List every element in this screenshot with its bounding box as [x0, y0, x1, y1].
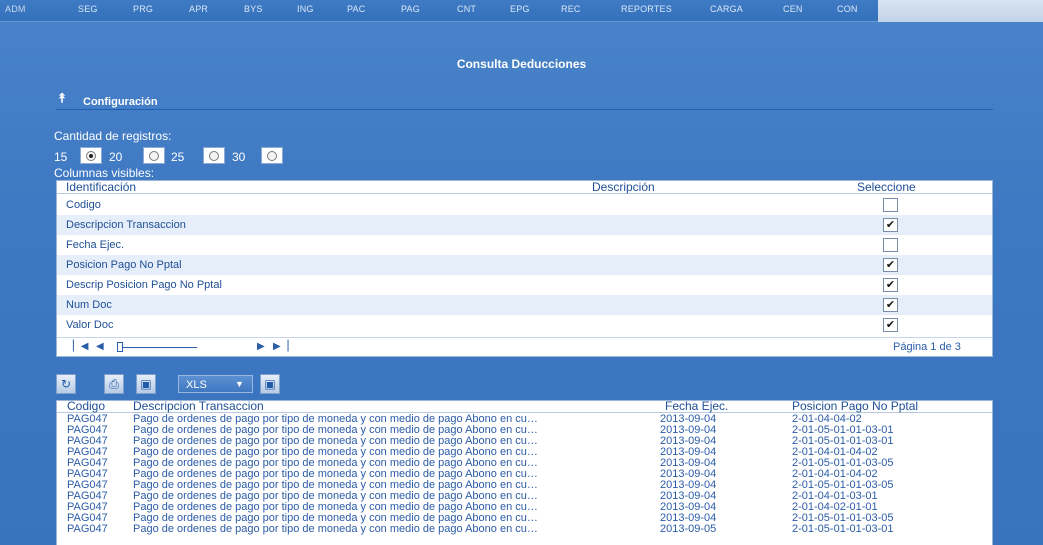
grid-cell-posicion: 2-01-05-01-01-03-01: [792, 523, 894, 535]
column-option-label: Valor Doc: [66, 319, 114, 331]
table-row: Valor Doc ✔: [57, 315, 992, 335]
menu-item-carga[interactable]: CARGA: [710, 4, 743, 14]
column-visible-checkbox[interactable]: ✔: [883, 278, 898, 292]
menu-item-pac[interactable]: PAC: [347, 4, 365, 14]
column-visible-checkbox[interactable]: ✔: [883, 218, 898, 232]
menu-bar-end: [878, 0, 1043, 22]
table-header: Identificación Descripción Seleccione: [57, 181, 992, 194]
chevron-down-icon: ▼: [235, 379, 244, 389]
radio-empty-icon: [209, 151, 219, 161]
menu-item-seg[interactable]: SEG: [78, 4, 98, 14]
records-option-label: 30: [232, 150, 246, 164]
grid-header-fecha[interactable]: Fecha Ejec.: [665, 401, 728, 413]
save-icon: ▣: [140, 377, 152, 391]
grid-cell-fecha: 2013-09-05: [660, 523, 717, 535]
page-slider-handle[interactable]: [117, 342, 123, 352]
records-radio-30[interactable]: [261, 147, 283, 164]
column-visible-checkbox[interactable]: ✔: [883, 318, 898, 332]
column-header-identificacion[interactable]: Identificación: [66, 181, 136, 194]
refresh-icon: ↻: [60, 377, 72, 391]
page-indicator: Página 1 de 3: [893, 341, 961, 353]
menu-item-epg[interactable]: EPG: [510, 4, 530, 14]
visible-columns-table: Identificación Descripción Seleccione Co…: [56, 180, 993, 357]
menu-item-bys[interactable]: BYS: [244, 4, 263, 14]
column-option-label: Posicion Pago No Pptal: [66, 259, 182, 271]
menu-item-adm[interactable]: ADM: [5, 4, 26, 14]
grid-cell-descripcion: Pago de ordenes de pago por tipo de mone…: [133, 523, 538, 535]
table-row: Fecha Ejec.: [57, 235, 992, 255]
menu-item-cnt[interactable]: CNT: [457, 4, 476, 14]
column-visible-checkbox[interactable]: ✔: [883, 298, 898, 312]
table-row[interactable]: PAG047 Pago de ordenes de pago por tipo d…: [57, 523, 992, 535]
menu-item-prg[interactable]: PRG: [133, 4, 153, 14]
menu-item-rec[interactable]: REC: [561, 4, 581, 14]
menu-item-con[interactable]: CON: [837, 4, 858, 14]
radio-empty-icon: [149, 151, 159, 161]
export-format-select[interactable]: XLS ▼: [178, 375, 253, 393]
column-header-seleccione[interactable]: Seleccione: [857, 181, 916, 194]
menu-item-pag[interactable]: PAG: [401, 4, 420, 14]
column-option-label: Codigo: [66, 199, 101, 211]
table-pager: ▏◀ ◀ ▶ ▶▕ Página 1 de 3: [57, 337, 992, 356]
first-page-icon[interactable]: ▏◀: [73, 341, 88, 352]
refresh-button[interactable]: ↻: [56, 374, 76, 394]
column-header-descripcion[interactable]: Descripción: [592, 181, 655, 194]
print-button[interactable]: ⎙: [104, 374, 124, 394]
config-section-title: Configuración: [83, 96, 158, 108]
radio-empty-icon: [267, 151, 277, 161]
app-shell: ADM SEG PRG APR BYS ING PAC PAG CNT EPG …: [0, 0, 1043, 545]
column-option-label: Descripcion Transaccion: [66, 219, 186, 231]
records-option-label: 15: [54, 150, 68, 164]
column-visible-checkbox[interactable]: [883, 238, 898, 252]
next-page-icon[interactable]: ▶: [257, 341, 265, 352]
column-option-label: Num Doc: [66, 299, 112, 311]
print-icon: ⎙: [109, 377, 119, 391]
export-icon: ▣: [264, 377, 276, 391]
column-option-label: Descrip Posicion Pago No Pptal: [66, 279, 222, 291]
save-button[interactable]: ▣: [136, 374, 156, 394]
previous-page-icon[interactable]: ◀: [96, 341, 104, 352]
column-option-label: Fecha Ejec.: [66, 239, 125, 251]
visible-columns-label: Columnas visibles:: [54, 166, 155, 180]
menu-item-ing[interactable]: ING: [297, 4, 314, 14]
table-row: Codigo: [57, 195, 992, 215]
page-title: Consulta Deducciones: [456, 57, 587, 71]
records-option-label: 20: [109, 150, 123, 164]
records-radio-20[interactable]: [143, 147, 165, 164]
column-visible-checkbox[interactable]: ✔: [883, 258, 898, 272]
menu-item-reportes[interactable]: REPORTES: [621, 4, 672, 14]
grid-header: Codigo Descripcion Transaccion Fecha Eje…: [57, 401, 992, 413]
table-row: Descripcion Transaccion ✔: [57, 215, 992, 235]
export-format-value: XLS: [186, 379, 207, 391]
records-radio-25[interactable]: [203, 147, 225, 164]
deductions-grid: Codigo Descripcion Transaccion Fecha Eje…: [56, 400, 993, 545]
records-count-label: Cantidad de registros:: [54, 129, 172, 143]
grid-header-descripcion[interactable]: Descripcion Transaccion: [133, 401, 264, 413]
radio-selected-icon: [86, 151, 96, 161]
last-page-icon[interactable]: ▶▕: [273, 341, 288, 352]
grid-header-posicion[interactable]: Posicion Pago No Pptal: [792, 401, 918, 413]
column-visible-checkbox[interactable]: [883, 198, 898, 212]
grid-header-codigo[interactable]: Codigo: [67, 401, 105, 413]
table-row: Num Doc ✔: [57, 295, 992, 315]
records-option-label: 25: [171, 150, 185, 164]
menu-item-apr[interactable]: APR: [189, 4, 208, 14]
table-row: Posicion Pago No Pptal ✔: [57, 255, 992, 275]
page-slider-track[interactable]: [121, 347, 197, 348]
grid-cell-codigo: PAG047: [67, 523, 108, 535]
chevron-double-up-icon[interactable]: ⯭: [58, 91, 66, 104]
table-row: Descrip Posicion Pago No Pptal ✔: [57, 275, 992, 295]
config-section-header: ⯭ Configuración: [56, 91, 993, 110]
menu-item-cen[interactable]: CEN: [783, 4, 803, 14]
records-radio-15[interactable]: [80, 147, 102, 164]
top-menu-bar: ADM SEG PRG APR BYS ING PAC PAG CNT EPG …: [0, 0, 1043, 22]
export-button[interactable]: ▣: [260, 374, 280, 394]
